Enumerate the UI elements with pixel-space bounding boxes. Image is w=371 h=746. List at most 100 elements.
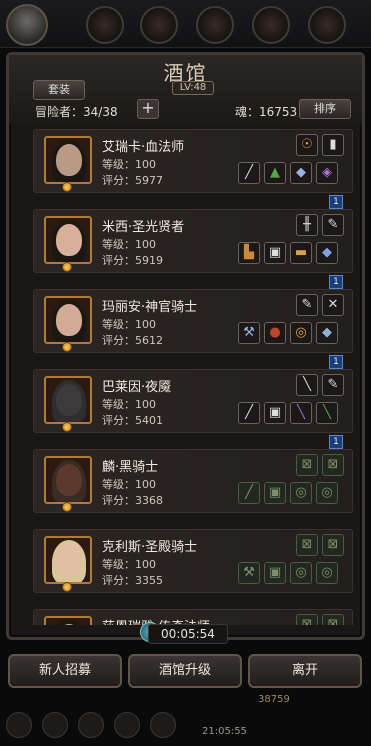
wand-item-icon[interactable]: ╲ <box>290 402 312 424</box>
group-tag: 1 <box>329 435 343 449</box>
ring-item-icon[interactable]: ◎ <box>290 322 312 344</box>
hero-avatar <box>44 216 92 264</box>
armor-item-icon[interactable]: ▣ <box>264 242 286 264</box>
spear-item-icon[interactable]: ╲ <box>316 402 338 424</box>
rank-star-icon <box>62 582 72 592</box>
empty-slot-icon[interactable]: ⊠ <box>322 614 344 625</box>
hero-slot-3[interactable] <box>196 6 234 44</box>
rank-star-icon <box>62 262 72 272</box>
hero-card[interactable]: 巴莱因·夜魇 等级：100 评分：5401 ╲ ✎ ╱ ▣ ╲ ╲ <box>33 369 353 433</box>
upgrade-tavern-button[interactable]: 酒馆升级 <box>128 654 242 688</box>
hero-avatar <box>44 456 92 504</box>
hero-name: 玛丽安·神官骑士 <box>102 300 198 315</box>
empty-armor-slot-icon[interactable]: ▣ <box>264 482 286 504</box>
hero-name: 艾瑞卡·血法师 <box>102 140 185 155</box>
set-button[interactable]: 套装 <box>33 80 85 100</box>
scroll-item-icon[interactable]: ▮ <box>322 134 344 156</box>
panel-header: 酒馆 LV:48 套装 冒险者：34/38 + 魂：16753 排序 <box>9 55 362 125</box>
hero-avatar <box>44 536 92 584</box>
empty-ring-slot-icon[interactable]: ◎ <box>316 482 338 504</box>
footer-clock: 21:05:55 <box>202 726 247 737</box>
hero-slot-5[interactable] <box>308 6 346 44</box>
tavern-panel: 酒馆 LV:48 套装 冒险者：34/38 + 魂：16753 排序 艾瑞卡·血… <box>6 52 365 640</box>
crystal-item-icon[interactable]: ◆ <box>316 242 338 264</box>
empty-slot-icon[interactable]: ⊠ <box>296 534 318 556</box>
hero-level: 等级：100 <box>102 158 156 171</box>
footer-coins: 38759 <box>258 694 290 705</box>
group-tag: 1 <box>329 275 343 289</box>
wing-item-icon[interactable]: ✎ <box>296 294 318 316</box>
hero-avatar <box>44 376 92 424</box>
hero-level: 等级：100 <box>102 478 156 491</box>
footer-slot-1[interactable] <box>6 712 32 738</box>
cross-item-icon[interactable]: ✕ <box>322 294 344 316</box>
hero-card[interactable]: 艾瑞卡·血法师 等级：100 评分：5977 ☉ ▮ ╱ ▲ ◆ ◈ <box>33 129 353 193</box>
empty-slot-icon[interactable]: ⊠ <box>322 454 344 476</box>
group-tag: 1 <box>329 355 343 369</box>
empty-armor-slot-icon[interactable]: ▣ <box>264 562 286 584</box>
empty-ring-slot-icon[interactable]: ◎ <box>290 482 312 504</box>
robe-item-icon[interactable]: ▲ <box>264 162 286 184</box>
empty-slot-icon[interactable]: ⊠ <box>296 614 318 625</box>
hero-name: 巴莱因·夜魇 <box>102 380 172 395</box>
hero-slot-2[interactable] <box>140 6 178 44</box>
hero-level: 等级：100 <box>102 238 156 251</box>
hammer-item-icon[interactable]: ⚒ <box>238 322 260 344</box>
hero-level: 等级：100 <box>102 318 156 331</box>
gem-item-icon[interactable]: ◆ <box>290 162 312 184</box>
add-slot-button[interactable]: + <box>137 99 159 119</box>
hero-slot-1[interactable] <box>86 6 124 44</box>
hero-score: 评分：3355 <box>102 574 163 587</box>
recruit-button[interactable]: 新人招募 <box>8 654 122 688</box>
crystal-item-icon[interactable]: ◈ <box>316 162 338 184</box>
hero-card[interactable]: 米西·圣光贤者 等级：100 评分：5919 ╫ ✎ ▙ ▣ ▬ ◆ <box>33 209 353 273</box>
fire-skill-icon[interactable]: ☉ <box>296 134 318 156</box>
hero-avatar <box>44 136 92 184</box>
sword-item-icon[interactable]: ╱ <box>238 402 260 424</box>
boot-item-icon[interactable]: ▙ <box>238 242 260 264</box>
footer-slot-3[interactable] <box>78 712 104 738</box>
hero-score: 评分：5612 <box>102 334 163 347</box>
sort-button[interactable]: 排序 <box>299 99 351 119</box>
rank-star-icon <box>62 182 72 192</box>
footer-slot-2[interactable] <box>42 712 68 738</box>
feather-item-icon[interactable]: ✎ <box>322 374 344 396</box>
hero-score: 评分：3368 <box>102 494 163 507</box>
hero-avatar <box>44 616 92 625</box>
helmet-item-icon[interactable]: ● <box>264 322 286 344</box>
crystal-item-icon[interactable]: ◆ <box>316 322 338 344</box>
rank-star-icon <box>62 502 72 512</box>
empty-weapon-slot-icon[interactable]: ⚒ <box>238 562 260 584</box>
hero-name: 克利斯·圣殿骑士 <box>102 540 198 555</box>
adventurer-count: 冒险者：34/38 <box>35 105 118 119</box>
hero-score: 评分：5401 <box>102 414 163 427</box>
tome-item-icon[interactable]: ▬ <box>290 242 312 264</box>
player-portrait[interactable] <box>6 4 48 46</box>
dagger-item-icon[interactable]: ╫ <box>296 214 318 236</box>
empty-weapon-slot-icon[interactable]: ╱ <box>238 482 260 504</box>
hero-card[interactable]: 麟·黑骑士 等级：100 评分：3368 ⊠ ⊠ ╱ ▣ ◎ ◎ <box>33 449 353 513</box>
refresh-timer: 00:05:54 <box>148 624 228 644</box>
hero-slot-4[interactable] <box>252 6 290 44</box>
group-tag: 1 <box>329 195 343 209</box>
hero-card[interactable]: 玛丽安·神官骑士 等级：100 评分：5612 ✎ ✕ ⚒ ● ◎ ◆ <box>33 289 353 353</box>
leave-button[interactable]: 离开 <box>248 654 362 688</box>
armor-item-icon[interactable]: ▣ <box>264 402 286 424</box>
empty-ring-slot-icon[interactable]: ◎ <box>290 562 312 584</box>
hero-level: 等级：100 <box>102 558 156 571</box>
hero-score: 评分：5977 <box>102 174 163 187</box>
feather-item-icon[interactable]: ✎ <box>322 214 344 236</box>
top-hero-bar <box>0 0 371 48</box>
hero-list[interactable]: 艾瑞卡·血法师 等级：100 评分：5977 ☉ ▮ ╱ ▲ ◆ ◈ 1 米西·… <box>33 125 353 625</box>
rank-star-icon <box>62 342 72 352</box>
footer-slot-4[interactable] <box>114 712 140 738</box>
empty-ring-slot-icon[interactable]: ◎ <box>316 562 338 584</box>
empty-slot-icon[interactable]: ⊠ <box>296 454 318 476</box>
footer-slot-5[interactable] <box>150 712 176 738</box>
staff-item-icon[interactable]: ╱ <box>238 162 260 184</box>
hero-score: 评分：5919 <box>102 254 163 267</box>
hero-card[interactable]: 克利斯·圣殿骑士 等级：100 评分：3355 ⊠ ⊠ ⚒ ▣ ◎ ◎ <box>33 529 353 593</box>
blade-item-icon[interactable]: ╲ <box>296 374 318 396</box>
empty-slot-icon[interactable]: ⊠ <box>322 534 344 556</box>
hero-card[interactable]: 莎恩瑞雅·传奇法师 ⊠ ⊠ <box>33 609 353 625</box>
